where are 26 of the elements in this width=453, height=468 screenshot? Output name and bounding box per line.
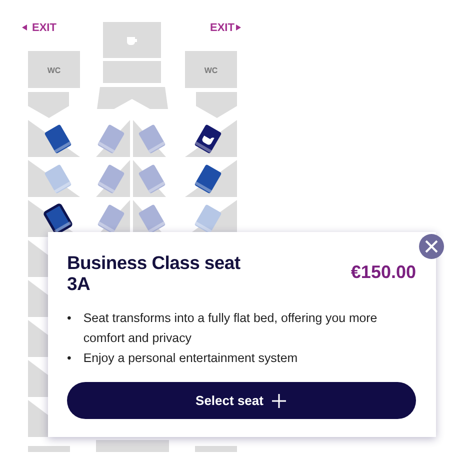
feature-item: Enjoy a personal entertainment system (83, 350, 298, 367)
bulkhead (28, 92, 69, 118)
seat-price: €150.00 (350, 262, 416, 283)
cup-icon (127, 37, 137, 45)
close-button[interactable] (419, 234, 444, 259)
exit-label: EXIT (32, 22, 56, 34)
plus-icon (271, 392, 288, 408)
bulkhead (196, 92, 237, 118)
seat-shell (28, 446, 70, 452)
feature-item: Seat transforms into a fully flat bed, offering you more comfort and privacy (83, 310, 378, 347)
galley-counter (103, 61, 161, 83)
galley (103, 22, 161, 58)
seat-title: Business Class seat 3A (67, 252, 242, 294)
wc-label: WC (47, 66, 61, 75)
wc-label: WC (204, 66, 218, 75)
arrow-right-icon (236, 24, 241, 30)
bullet-marker: • (67, 310, 72, 327)
toilet (185, 51, 237, 88)
bulkhead (97, 87, 168, 109)
arrow-left-icon (22, 24, 27, 30)
toilet (28, 51, 80, 88)
select-seat-button[interactable]: Select seat (67, 382, 416, 419)
seat-shell (195, 446, 237, 452)
bullet-marker: • (67, 350, 72, 367)
close-icon (425, 240, 438, 253)
exit-label: EXIT (210, 22, 234, 34)
